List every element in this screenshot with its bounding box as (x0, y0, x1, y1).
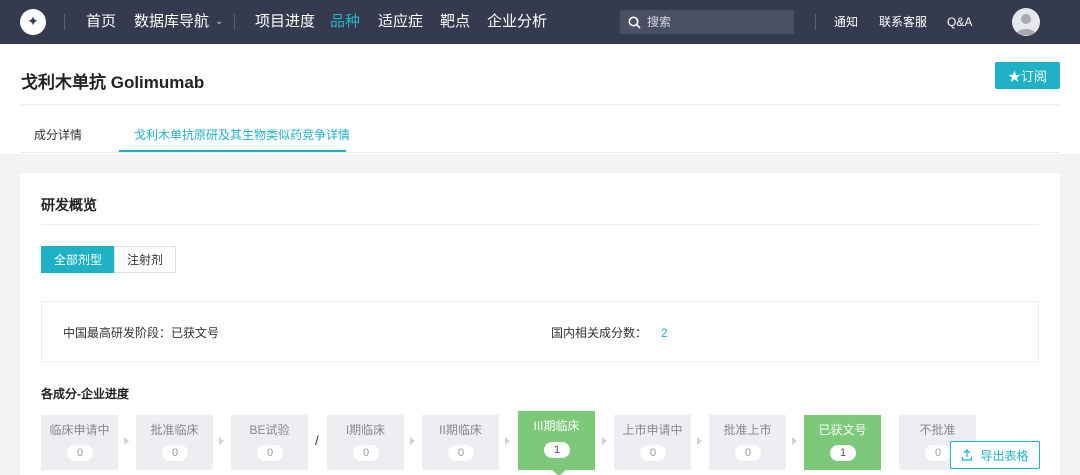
nav-item-database[interactable]: 数据库导航 ⌄ (134, 12, 223, 32)
arrow-right-icon (410, 437, 415, 445)
filter-injection[interactable]: 注射剂 (114, 246, 177, 273)
stage-label: III期临床 (533, 419, 580, 433)
domestic-count: 国内相关成分数： 2 (551, 324, 668, 341)
stage-count: 0 (925, 445, 951, 461)
search-box[interactable] (620, 10, 794, 34)
stage-clinical-application[interactable]: 临床申请中 0 (41, 415, 118, 470)
stage-count: 0 (448, 445, 474, 461)
nav-item-progress[interactable]: 项目进度 (255, 12, 315, 32)
nav-item-target[interactable]: 靶点 (440, 12, 470, 32)
search-icon (628, 16, 641, 29)
stage-market-application[interactable]: 上市申请中 0 (614, 415, 691, 470)
stage-count: 0 (735, 445, 761, 461)
stage-phase-1[interactable]: I期临床 0 (327, 415, 404, 470)
stage-phase-2[interactable]: II期临床 0 (422, 415, 499, 470)
info-box: 中国最高研发阶段：已获文号 国内相关成分数： 2 (41, 301, 1039, 362)
title-band: 戈利木单抗 Golimumab ★订阅 成分详情 戈利木单抗原研及其生物类似药竞… (0, 44, 1080, 154)
china-stage-text: 中国最高研发阶段：已获文号 (63, 326, 220, 340)
stage-label: BE试验 (249, 423, 290, 437)
arrow-right-icon (697, 437, 702, 445)
nav-item-home[interactable]: 首页 (86, 12, 116, 32)
logo-icon[interactable]: ✦ (20, 9, 46, 35)
dosage-filter: 全部剂型 注射剂 (41, 246, 177, 273)
top-nav: ✦ 首页 数据库导航⌄ 项目进度 品种 适应症 靶点 企业分析 通知 联系客服 … (0, 0, 1080, 44)
user-icon (1016, 14, 1036, 35)
tab-ingredient-details[interactable]: 成分详情 (34, 126, 82, 143)
overview-card: 研发概览 全部剂型 注射剂 中国最高研发阶段：已获文号 国内相关成分数： 2 各成… (20, 173, 1060, 475)
stage-be-trial[interactable]: BE试验 0 (231, 415, 308, 470)
nav-link-qa[interactable]: Q&A (947, 14, 972, 30)
stage-count: 0 (257, 445, 283, 461)
nav-divider (234, 14, 235, 30)
nav-item-company[interactable]: 企业分析 (487, 12, 547, 32)
export-table-button[interactable]: 导出表格 (950, 441, 1040, 469)
arrow-right-icon (124, 437, 129, 445)
stage-label: 上市申请中 (622, 423, 683, 437)
nav-link-notifications[interactable]: 通知 (834, 14, 858, 30)
stage-market-approved[interactable]: 批准上市 0 (709, 415, 786, 470)
stage-label: II期临床 (439, 423, 482, 437)
stage-count: 0 (640, 445, 666, 461)
arrow-right-icon (792, 437, 797, 445)
stage-licensed[interactable]: 已获文号 1 (804, 415, 881, 470)
nav-link-support[interactable]: 联系客服 (879, 14, 927, 30)
stage-clinical-approved[interactable]: 批准临床 0 (136, 415, 213, 470)
upload-icon (962, 449, 973, 461)
avatar[interactable] (1012, 8, 1040, 36)
stage-separator: / (315, 433, 319, 448)
chevron-down-icon: ⌄ (215, 16, 224, 28)
section-title: 研发概览 (41, 197, 97, 213)
domestic-count-value[interactable]: 2 (661, 326, 668, 340)
stage-count: 1 (544, 442, 570, 458)
stage-label: 批准临床 (150, 423, 199, 437)
stage-count: 0 (353, 445, 379, 461)
stage-label: 批准上市 (723, 423, 772, 437)
stage-count: 1 (830, 445, 856, 461)
subscribe-button[interactable]: ★订阅 (995, 62, 1060, 89)
export-label: 导出表格 (980, 448, 1029, 463)
filter-all-dosage[interactable]: 全部剂型 (41, 246, 116, 273)
stage-count: 0 (162, 445, 188, 461)
arrow-right-icon (219, 437, 224, 445)
stage-label: 已获文号 (818, 423, 867, 437)
nav-divider (815, 14, 816, 30)
search-input[interactable] (647, 15, 787, 29)
selected-stage-pointer (552, 470, 566, 475)
arrow-right-icon (602, 437, 607, 445)
divider (41, 224, 1039, 225)
page-title: 戈利木单抗 Golimumab (21, 73, 205, 92)
stage-label: 临床申请中 (49, 423, 110, 437)
divider (20, 104, 1060, 105)
domestic-count-label: 国内相关成分数： (551, 326, 648, 340)
nav-item-variety[interactable]: 品种 (330, 12, 360, 32)
progress-title: 各成分-企业进度 (41, 387, 129, 401)
stage-phase-3[interactable]: III期临床 1 (518, 411, 595, 470)
stage-label: I期临床 (345, 423, 386, 437)
stage-count: 0 (67, 445, 93, 461)
tab-competition-details[interactable]: 戈利木单抗原研及其生物类似药竞争详情 (134, 126, 350, 143)
arrow-right-icon (505, 437, 510, 445)
nav-item-indication[interactable]: 适应症 (378, 12, 423, 32)
nav-divider (64, 14, 65, 30)
stage-label: 不批准 (919, 423, 956, 437)
divider (20, 152, 1060, 153)
